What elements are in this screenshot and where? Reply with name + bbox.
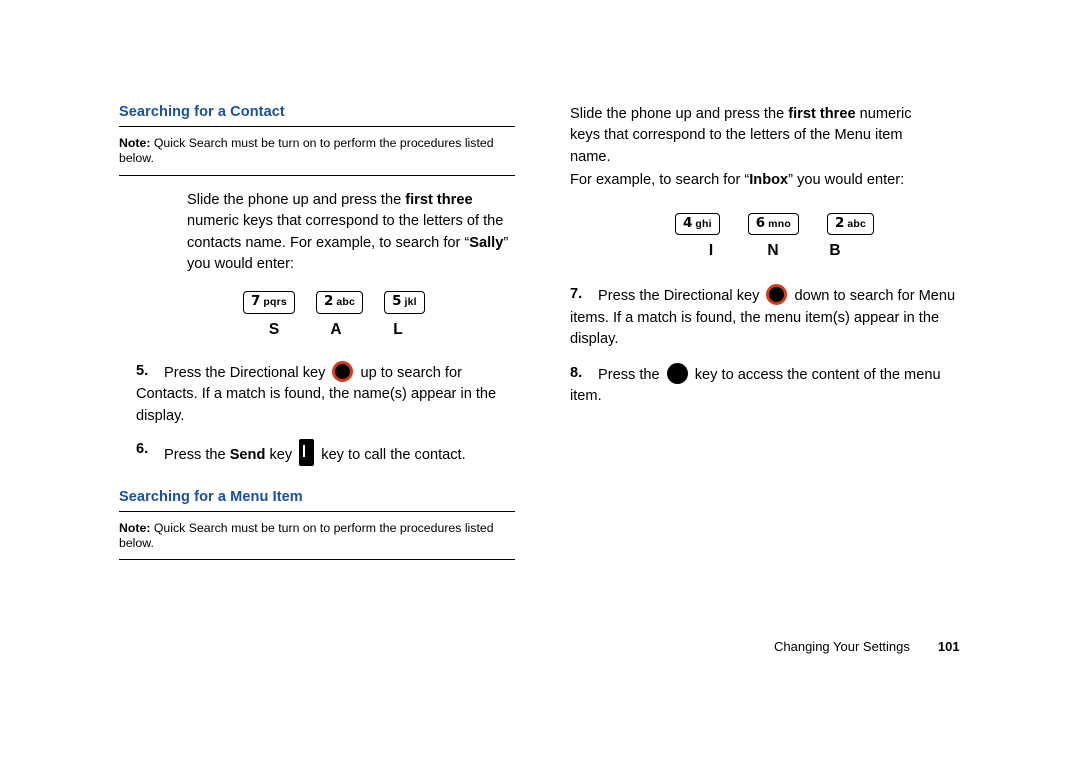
step-text-before: Press the Directional key: [598, 288, 764, 305]
document-page: Searching for a Contact Note: Quick Sear…: [0, 0, 1080, 771]
keycap-4-ghi: 4 ghi: [675, 212, 720, 236]
keycap-5-jkl: 5 jkl: [384, 291, 425, 314]
keycap-digit: 6: [755, 214, 766, 231]
note-text: Quick Search must be turn on to perform …: [119, 136, 494, 166]
keycap-digit: 2: [323, 293, 334, 310]
section-divider-2: [119, 510, 515, 512]
contact-intro-paragraph: Slide the phone up and press the first t…: [187, 190, 517, 276]
step-number: 6.: [136, 441, 149, 458]
menu-intro-paragraph: Slide the phone up and press the first t…: [570, 104, 942, 168]
keycap-letters: ghi: [695, 217, 712, 230]
keycap-digit: 2: [834, 214, 845, 231]
step-6: 6. Press the Send key key to call the co…: [136, 439, 517, 467]
page-footer: Changing Your Settings 101: [774, 639, 960, 654]
directional-key-icon: [766, 284, 788, 306]
keycap-6-mno: 6 mno: [747, 212, 799, 236]
key-letter-l: L: [393, 320, 403, 338]
key-letter-s: S: [268, 320, 280, 338]
contact-keycap-row: 7 pqrs 2 abc 5 jkl: [243, 291, 517, 314]
note-label: Note:: [119, 136, 151, 150]
step-body: Press the Send key key to call the conta…: [164, 439, 466, 467]
step-text-middle: key: [265, 447, 297, 464]
step-body: Press the Directional key down to search…: [570, 284, 955, 347]
keycap-digit: 5: [392, 293, 402, 310]
intro-bold-first-three: first three: [405, 191, 473, 208]
step-text-before: Press the: [164, 447, 230, 464]
step-number: 5.: [136, 362, 149, 379]
note-label-2: Note:: [119, 520, 151, 535]
menu-intro-bold-first-three: first three: [788, 106, 856, 122]
menu-keycap-row: 4 ghi 6 mno 2 abc: [675, 212, 970, 236]
intro-bold-sally: Sally: [469, 234, 504, 251]
example-part-1: For example, to search for “: [570, 172, 750, 189]
step-bold-send: Send: [229, 447, 266, 464]
directional-key-icon: [332, 360, 354, 382]
key-letter-i: I: [708, 242, 714, 260]
right-column: Slide the phone up and press the first t…: [570, 104, 970, 407]
menu-letter-row: I N B: [680, 242, 970, 260]
section-divider: [119, 126, 515, 127]
step-7: 7. Press the Directional key down to sea…: [570, 284, 960, 350]
contact-letter-row: S A L: [243, 321, 517, 339]
step-body: Press the Directional key up to search f…: [136, 360, 496, 424]
example-part-2: ” you would enter:: [788, 172, 905, 189]
step-number: 8.: [570, 364, 583, 381]
intro-part-1: Slide the phone up and press the: [187, 191, 406, 208]
note-quick-search-contact: Note: Quick Search must be turn on to pe…: [119, 136, 515, 176]
keycap-letters: abc: [336, 296, 356, 309]
ok-key-icon: [666, 362, 688, 384]
key-letter-b: B: [829, 242, 841, 260]
step-text-before: Press the Directional key: [164, 364, 330, 381]
keycap-letters: abc: [847, 217, 867, 230]
menu-example-line: For example, to search for “Inbox” you w…: [570, 170, 942, 191]
note-text-2: Quick Search must be turn on to perform …: [119, 520, 494, 551]
section-heading-searching-for-a-menu-item: Searching for a Menu Item: [119, 488, 303, 505]
keycap-letters: pqrs: [263, 296, 287, 309]
section-heading-searching-for-a-contact: Searching for a Contact: [119, 104, 285, 120]
send-key-icon: [299, 439, 315, 467]
step-text-before: Press the: [598, 366, 664, 383]
footer-chapter: Changing Your Settings: [774, 639, 910, 654]
keycap-letters: mno: [768, 217, 791, 230]
step-8: 8. Press the key to access the content o…: [570, 362, 960, 408]
note-quick-search-menu: Note: Quick Search must be turn on to pe…: [119, 521, 515, 561]
keycap-2-abc: 2 abc: [315, 291, 364, 314]
step-text-after: key to call the contact.: [317, 447, 466, 464]
left-column: Searching for a Contact Note: Quick Sear…: [119, 104, 517, 561]
key-letter-n: N: [767, 242, 779, 260]
keycap-letters: jkl: [404, 296, 417, 309]
step-5: 5. Press the Directional key up to searc…: [136, 360, 517, 427]
key-letter-a: A: [330, 320, 342, 338]
example-bold-inbox: Inbox: [749, 172, 789, 189]
intro-part-2: numeric keys that correspond to the lett…: [187, 213, 504, 251]
step-body: Press the key to access the content of t…: [570, 362, 941, 404]
keycap-digit: 7: [251, 293, 261, 310]
step-number: 7.: [570, 286, 583, 303]
footer-page-number: 101: [937, 639, 960, 654]
keycap-2-abc: 2 abc: [826, 212, 875, 236]
keycap-digit: 4: [683, 214, 693, 231]
menu-intro-part-1: Slide the phone up and press the: [570, 106, 789, 122]
keycap-7-pqrs: 7 pqrs: [243, 291, 295, 314]
